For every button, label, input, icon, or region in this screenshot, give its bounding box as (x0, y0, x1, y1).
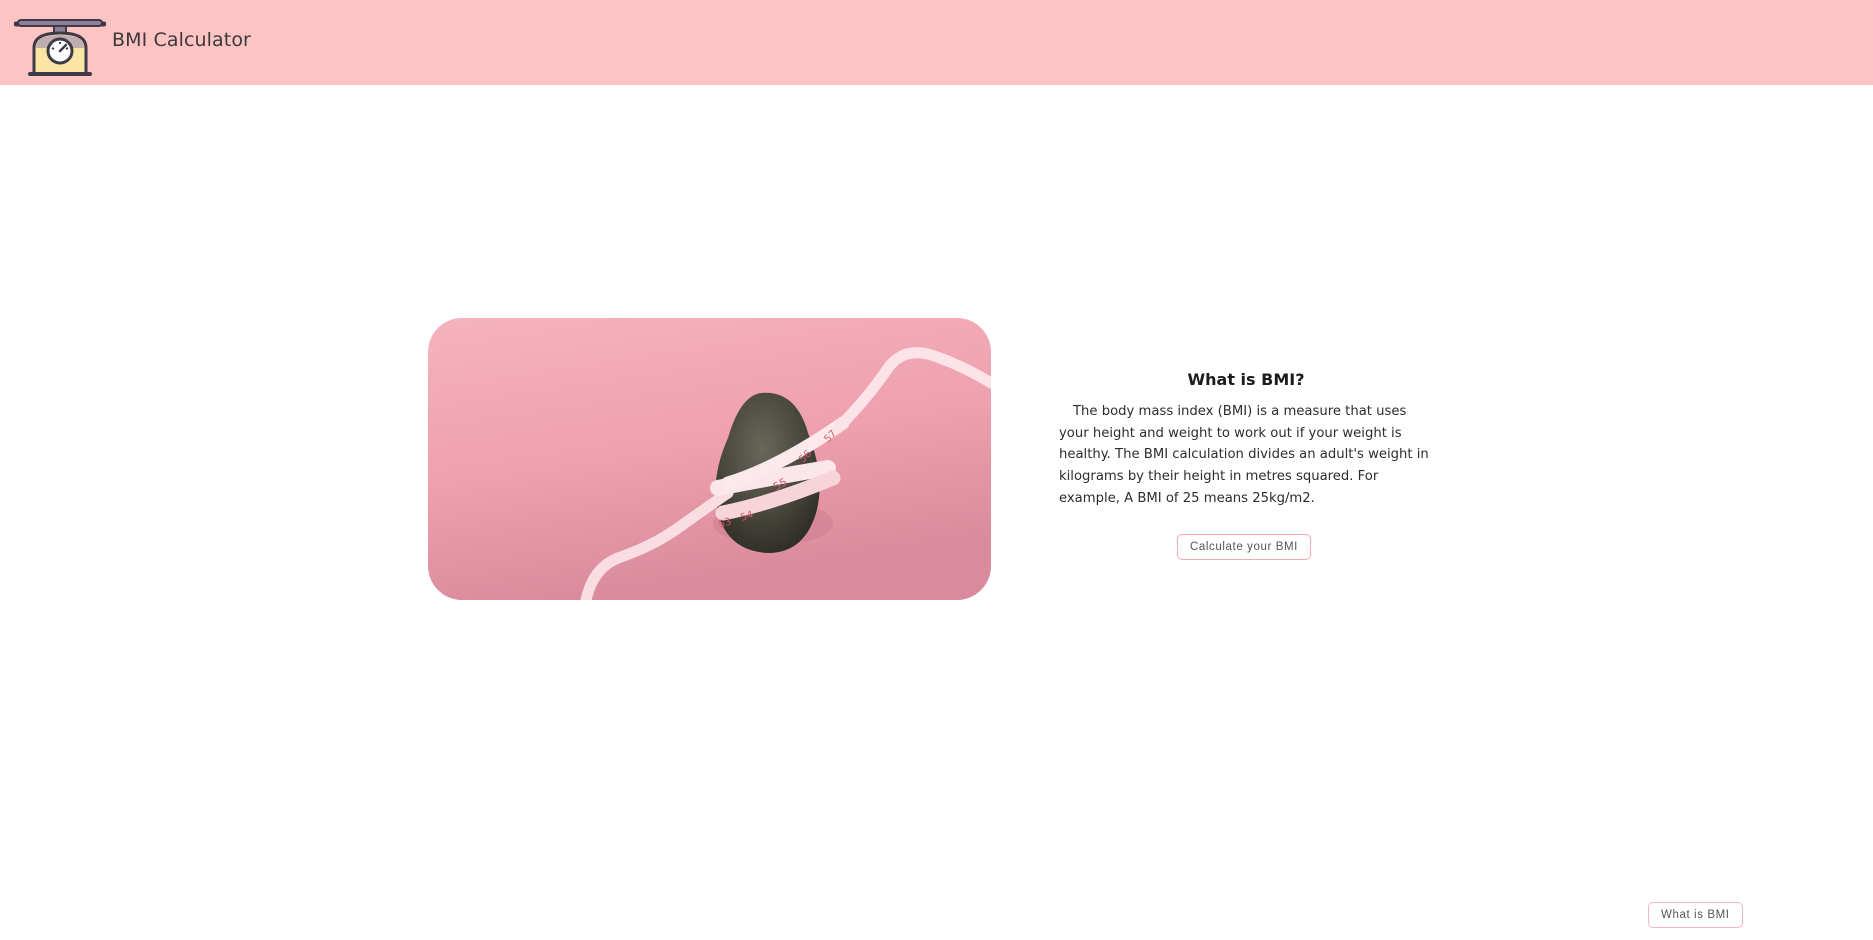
kitchen-scale-icon[interactable] (13, 18, 107, 76)
app-title: BMI Calculator (112, 29, 251, 51)
info-heading: What is BMI? (1187, 370, 1305, 389)
calculate-bmi-button[interactable]: Calculate your BMI (1177, 534, 1311, 560)
what-is-bmi-button[interactable]: What is BMI (1648, 902, 1743, 928)
top-bar: BMI Calculator (0, 0, 1873, 85)
info-body: The body mass index (BMI) is a measure t… (1059, 404, 1429, 506)
bmi-info-section: What is BMI? The body mass index (BMI) i… (1059, 370, 1433, 510)
avocado-hero-image: 53 54 55 56 57 (428, 318, 991, 600)
